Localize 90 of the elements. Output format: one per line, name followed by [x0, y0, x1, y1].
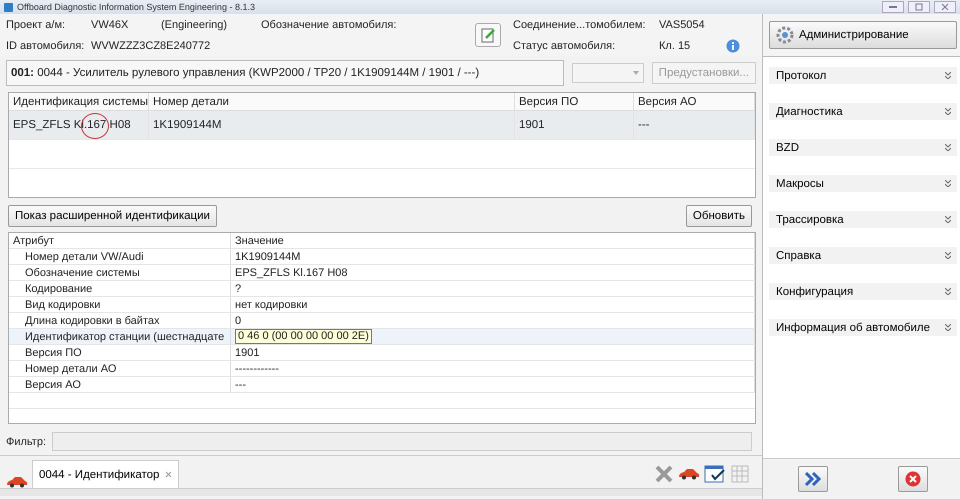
cancel-icon — [905, 471, 921, 487]
column-header: Идентификация системы — [9, 93, 149, 111]
attribute-value: --- — [235, 378, 246, 390]
expand-icon — [945, 288, 951, 295]
table-cell: 1K1909144M — [153, 119, 222, 131]
attribute-name: Кодирование — [25, 282, 92, 294]
expand-icon — [945, 252, 951, 259]
vin-label: ID автомобиля: — [6, 40, 84, 52]
attribute-row[interactable]: Номер детали АО ------------ — [9, 361, 755, 377]
minimize-icon — [889, 5, 897, 9]
attribute-name: Версия АО — [25, 378, 81, 390]
window-title: Offboard Diagnostic Information System Engineering - 8.1.3 — [17, 2, 256, 12]
sidebar-item[interactable]: Справка — [769, 247, 957, 264]
status-label: Статус автомобиля: — [513, 40, 616, 52]
close-button[interactable] — [934, 1, 956, 13]
value-tooltip: 0 46 0 (00 00 00 00 00 2E) — [235, 329, 372, 344]
tab[interactable]: 0044 - Идентификатор — [32, 460, 180, 488]
project-value: VW46X — [91, 18, 130, 30]
sidebar-item[interactable]: Конфигурация — [769, 283, 957, 300]
filter-label: Фильтр: — [6, 436, 46, 448]
attribute-name: Длина кодировки в байтах — [25, 314, 160, 326]
close-icon[interactable] — [165, 471, 172, 478]
car-icon[interactable] — [678, 468, 700, 480]
expand-icon — [945, 108, 951, 115]
edit-icon — [480, 27, 496, 43]
app-icon — [4, 2, 13, 12]
attribute-value: 0 — [235, 314, 242, 326]
expand-icon — [945, 180, 951, 187]
admin-button[interactable]: Администрирование — [769, 21, 957, 49]
column-header: Номер детали — [149, 93, 515, 111]
attribute-name: Вид кодировки — [25, 298, 100, 310]
car-icon[interactable] — [6, 476, 28, 488]
sidebar-item[interactable]: BZD — [769, 139, 957, 156]
attribute-row[interactable]: Вид кодировки нет кодировки — [9, 297, 755, 313]
column-header: Значение — [235, 234, 284, 246]
attribute-row[interactable]: Длина кодировки в байтах 0 — [9, 313, 755, 329]
attribute-value: нет кодировки — [235, 298, 308, 310]
sidebar-item[interactable]: Протокол — [769, 67, 957, 84]
attribute-name: Номер детали АО — [25, 362, 116, 374]
attribute-row[interactable]: Обозначение системы EPS_ZFLS Kl.167 H08 — [9, 265, 755, 281]
expand-icon — [945, 72, 951, 79]
project-mode: (Engineering) — [161, 18, 228, 30]
attribute-name: Версия ПО — [25, 346, 82, 358]
refresh-button[interactable]: Обновить — [686, 205, 752, 227]
restore-icon — [915, 3, 923, 11]
close-icon — [941, 3, 949, 11]
cancel-button[interactable] — [898, 466, 928, 492]
sidebar-item[interactable]: Диагностика — [769, 103, 957, 120]
attribute-value: 1901 — [235, 346, 260, 358]
extended-id-button[interactable]: Показ расширенной идентификации — [8, 205, 217, 227]
info-icon[interactable] — [726, 38, 740, 52]
column-header: Версия ПО — [515, 93, 634, 111]
attribute-value: ------------ — [235, 362, 279, 374]
sidebar-item[interactable]: Макросы — [769, 175, 957, 192]
project-label: Проект а/м: — [6, 18, 66, 30]
gear-icon — [776, 26, 794, 44]
designation-label: Обозначение автомобиля: — [261, 18, 396, 30]
attribute-value: EPS_ZFLS Kl.167 H08 — [235, 266, 348, 278]
attribute-row[interactable]: Номер детали VW/Audi 1K1909144M — [9, 249, 755, 265]
attribute-row[interactable]: Версия АО --- — [9, 377, 755, 393]
forward-button[interactable] — [798, 466, 828, 492]
attribute-name: Идентификатор станции (шестнадцате — [25, 330, 224, 342]
column-header: Версия АО — [634, 93, 755, 111]
edit-button[interactable] — [475, 23, 501, 47]
status-value: Кл. 15 — [659, 40, 690, 52]
connection-label: Соединение...томобилем: — [513, 18, 646, 30]
attribute-value: 1K1909144M — [235, 250, 300, 262]
connection-value: VAS5054 — [659, 18, 705, 30]
restore-button[interactable] — [908, 1, 930, 13]
expand-icon — [945, 216, 951, 223]
vin-value: WVWZZZ3CZ8E240772 — [91, 40, 210, 52]
sidebar-item[interactable]: Информация об автомобиле — [769, 319, 957, 336]
minimize-button[interactable] — [882, 1, 904, 13]
double-chevron-icon — [805, 472, 821, 486]
expand-icon — [945, 324, 951, 331]
checklist-icon[interactable] — [704, 464, 726, 484]
sidebar-item[interactable]: Трассировка — [769, 211, 957, 228]
column-header: Атрибут — [13, 234, 54, 246]
attribute-row[interactable]: Идентификатор станции (шестнадцате 0 46 0 (00 00 00 00 00 2E) — [9, 329, 755, 345]
table-cell: 1901 — [519, 119, 545, 131]
filter-field[interactable] — [52, 432, 752, 451]
attribute-name: Номер детали VW/Audi — [25, 250, 144, 262]
attribute-value: ? — [235, 282, 242, 294]
attribute-name: Обозначение системы — [25, 266, 140, 278]
table-cell: --- — [638, 119, 650, 131]
attribute-row[interactable]: Кодирование ? — [9, 281, 755, 297]
attribute-row[interactable]: Версия ПО 1901 — [9, 345, 755, 361]
expand-icon — [945, 144, 951, 151]
module-title: 001: 0044 - Усилитель рулевого управления (KWP2000 / TP20 / 1K1909144M / 1901 / ---) — [11, 67, 480, 79]
caret-icon — [632, 71, 639, 75]
